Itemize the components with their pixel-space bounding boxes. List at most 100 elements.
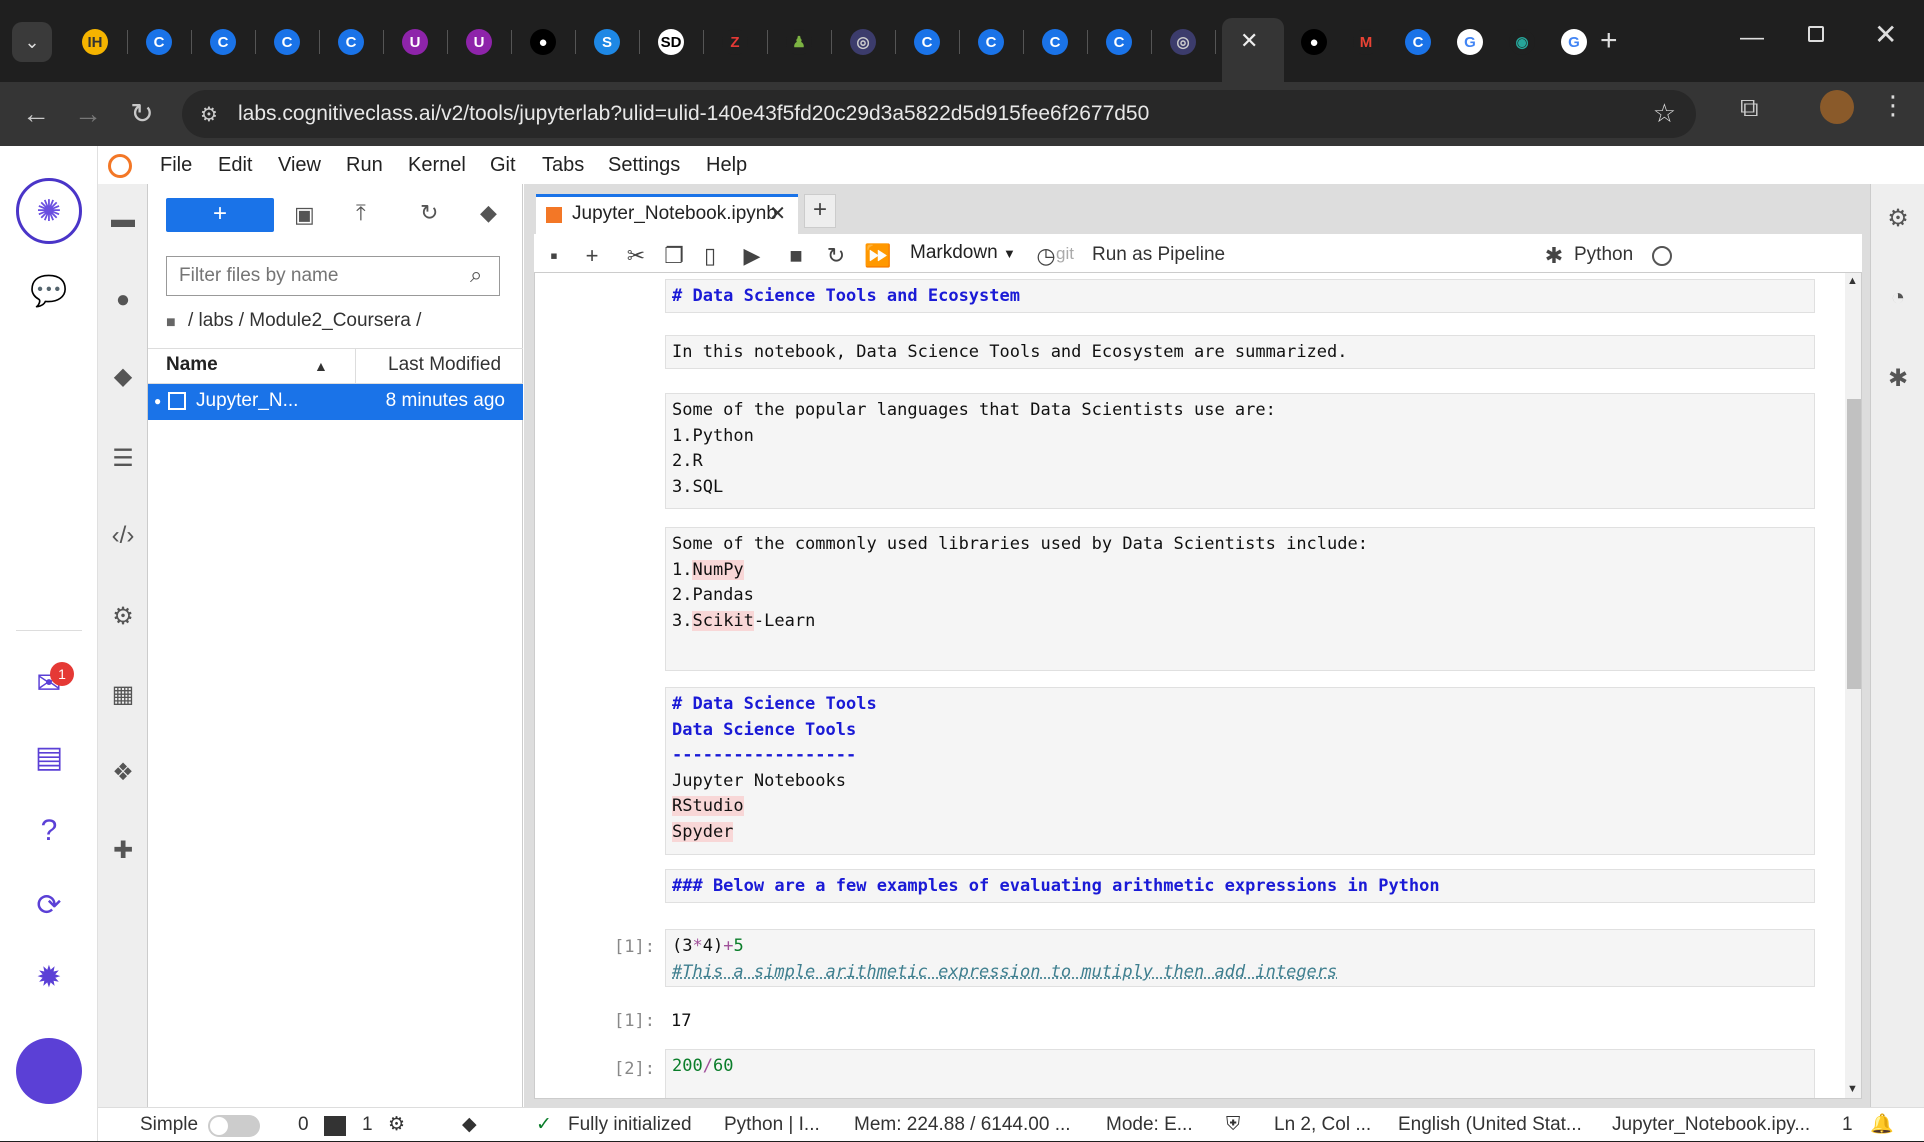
user-avatar[interactable] bbox=[16, 1038, 82, 1104]
editor-mode[interactable]: Mode: E... bbox=[1106, 1108, 1193, 1142]
folder-icon[interactable]: ▬ bbox=[98, 206, 148, 234]
puzzle-icon[interactable]: ✚ bbox=[98, 836, 148, 865]
site-info-icon[interactable]: ⚙ bbox=[200, 102, 218, 127]
close-tab-icon[interactable]: ✕ bbox=[1240, 28, 1258, 54]
scroll-up-icon[interactable]: ▲ bbox=[1847, 275, 1858, 287]
git-icon[interactable]: ◆ bbox=[98, 362, 148, 391]
cognitiveclass-tab[interactable]: C bbox=[1086, 16, 1152, 68]
menu-help[interactable]: Help bbox=[706, 146, 747, 184]
cursor-position[interactable]: Ln 2, Col ... bbox=[1274, 1108, 1371, 1142]
bookmark-star-icon[interactable]: ☆ bbox=[1653, 98, 1676, 129]
markdown-cell[interactable]: In this notebook, Data Science Tools and… bbox=[665, 335, 1815, 369]
file-row[interactable]: ● Jupyter_N... 8 minutes ago bbox=[148, 384, 523, 420]
new-tab-button[interactable]: + bbox=[1600, 18, 1618, 64]
menu-file[interactable]: File bbox=[160, 146, 192, 184]
notification-count[interactable]: 1 bbox=[1842, 1108, 1853, 1142]
active-tab[interactable]: ✕ bbox=[1222, 18, 1284, 82]
column-modified-header[interactable]: Last Modified bbox=[388, 354, 501, 376]
scroll-down-icon[interactable]: ▼ bbox=[1847, 1083, 1858, 1095]
cognitiveclass-tab[interactable]: C bbox=[254, 16, 320, 68]
markdown-cell[interactable]: ### Below are a few examples of evaluati… bbox=[665, 869, 1815, 903]
profile-avatar[interactable] bbox=[1820, 90, 1854, 124]
sync-icon[interactable]: ⟳ bbox=[0, 888, 98, 923]
u-tab[interactable]: U bbox=[382, 16, 448, 68]
eye-tab[interactable]: ◉ bbox=[1496, 16, 1548, 68]
cognitiveclass-tab[interactable]: C bbox=[190, 16, 256, 68]
kernel-status[interactable]: Python | I... bbox=[724, 1108, 820, 1142]
shield-icon[interactable]: ⛨ bbox=[1226, 1108, 1240, 1142]
code-cell[interactable]: (3*4)+5 #This a simple arithmetic expres… bbox=[665, 929, 1815, 987]
skills-network-logo[interactable]: ✺ bbox=[16, 178, 82, 244]
settings-gear-icon[interactable]: ⚙ bbox=[98, 602, 148, 631]
news-icon[interactable]: ▤ bbox=[0, 740, 98, 775]
lsp-status[interactable]: Fully initialized bbox=[568, 1108, 692, 1142]
property-inspector-icon[interactable]: ▦ bbox=[98, 680, 148, 709]
markdown-cell[interactable]: # Data Science Tools and Ecosystem bbox=[665, 279, 1815, 313]
back-icon[interactable]: ← bbox=[12, 90, 60, 138]
menu-git[interactable]: Git bbox=[490, 146, 516, 184]
cognitiveclass-tab[interactable]: C bbox=[1022, 16, 1088, 68]
kernel-count[interactable]: 1 bbox=[362, 1108, 373, 1142]
column-name-header[interactable]: Name bbox=[166, 354, 218, 376]
ih-tab[interactable]: IH bbox=[62, 16, 128, 68]
u-tab[interactable]: U bbox=[446, 16, 512, 68]
table-of-contents-icon[interactable]: ☰ bbox=[98, 444, 148, 473]
notebook-tab[interactable]: Jupyter_Notebook.ipynb ✕ bbox=[536, 194, 798, 234]
breadcrumb[interactable]: / labs / Module2_Coursera / bbox=[188, 310, 421, 332]
help-icon[interactable]: ? bbox=[0, 814, 98, 848]
github-tab[interactable]: ● bbox=[1288, 16, 1340, 68]
menu-view[interactable]: View bbox=[278, 146, 321, 184]
menu-run[interactable]: Run bbox=[346, 146, 383, 184]
spellcheck-language[interactable]: English (United Stat... bbox=[1398, 1108, 1582, 1142]
extensions-grid-icon[interactable]: ❖ bbox=[98, 758, 148, 787]
circle-tab[interactable]: ◎ bbox=[830, 16, 896, 68]
scrollbar-thumb[interactable] bbox=[1847, 399, 1861, 689]
code-snippets-icon[interactable]: ‹/› bbox=[98, 522, 148, 550]
tab-search-button[interactable]: ⌄ bbox=[12, 22, 52, 62]
new-launcher-button[interactable]: + bbox=[166, 198, 274, 232]
simple-mode-toggle[interactable] bbox=[208, 1115, 260, 1137]
code-cell[interactable]: 200/60 bbox=[665, 1049, 1815, 1098]
theme-sun-icon[interactable]: ✹ bbox=[0, 960, 98, 995]
kernel-name[interactable]: Python bbox=[1574, 244, 1633, 266]
cognitiveclass-tab[interactable]: C bbox=[894, 16, 960, 68]
git-label[interactable]: git bbox=[1056, 244, 1074, 264]
new-launcher-tab-button[interactable]: + bbox=[804, 194, 836, 228]
menu-kernel[interactable]: Kernel bbox=[408, 146, 466, 184]
restore-button[interactable] bbox=[1808, 26, 1824, 42]
z-tab[interactable]: Z bbox=[702, 16, 768, 68]
url-text[interactable]: labs.cognitiveclass.ai/v2/tools/jupyterl… bbox=[238, 93, 1149, 135]
cognitiveclass-tab[interactable]: C bbox=[318, 16, 384, 68]
property-inspector-icon[interactable]: ⚙ bbox=[1871, 204, 1924, 233]
menu-tabs[interactable]: Tabs bbox=[542, 146, 584, 184]
markdown-cell[interactable]: Some of the commonly used libraries used… bbox=[665, 527, 1815, 671]
gmail-tab[interactable]: M bbox=[1340, 16, 1392, 68]
chat-assistant-icon[interactable]: 💬 bbox=[0, 274, 98, 309]
resource-usage-icon[interactable]: ◔ bbox=[1871, 284, 1924, 312]
upload-icon[interactable]: ⤒ bbox=[356, 200, 366, 226]
close-tab-icon[interactable]: ✕ bbox=[769, 201, 786, 226]
cognitiveclass-tab[interactable]: C bbox=[126, 16, 192, 68]
refresh-icon[interactable]: ↻ bbox=[420, 200, 438, 226]
running-kernels-icon[interactable]: ● bbox=[98, 286, 148, 314]
cell-type-dropdown[interactable]: Markdown ▼ bbox=[910, 242, 1016, 270]
extensions-icon[interactable]: ⧉ bbox=[1740, 92, 1759, 124]
new-folder-icon[interactable]: ▣ bbox=[294, 202, 315, 228]
browser-menu-icon[interactable]: ⋮ bbox=[1880, 90, 1906, 121]
s-tab[interactable]: S bbox=[574, 16, 640, 68]
menu-edit[interactable]: Edit bbox=[218, 146, 252, 184]
sd-tab[interactable]: SD bbox=[638, 16, 704, 68]
close-window-button[interactable]: ✕ bbox=[1874, 18, 1897, 51]
git-clone-icon[interactable]: ◆ bbox=[480, 200, 497, 226]
run-as-pipeline-button[interactable]: Run as Pipeline bbox=[1092, 244, 1225, 266]
circle-tab[interactable]: ◎ bbox=[1150, 16, 1216, 68]
debugger-icon[interactable]: ✱ bbox=[1871, 364, 1924, 393]
reload-icon[interactable]: ↻ bbox=[118, 90, 166, 138]
cognitiveclass-tab[interactable]: C bbox=[958, 16, 1024, 68]
bell-icon[interactable]: 🔔 bbox=[1870, 1108, 1894, 1142]
git-status-icon[interactable]: ◆ bbox=[462, 1108, 477, 1142]
google-tab[interactable]: G bbox=[1444, 16, 1496, 68]
minimize-button[interactable]: — bbox=[1740, 24, 1764, 52]
github-tab[interactable]: ● bbox=[510, 16, 576, 68]
markdown-cell[interactable]: Some of the popular languages that Data … bbox=[665, 393, 1815, 509]
